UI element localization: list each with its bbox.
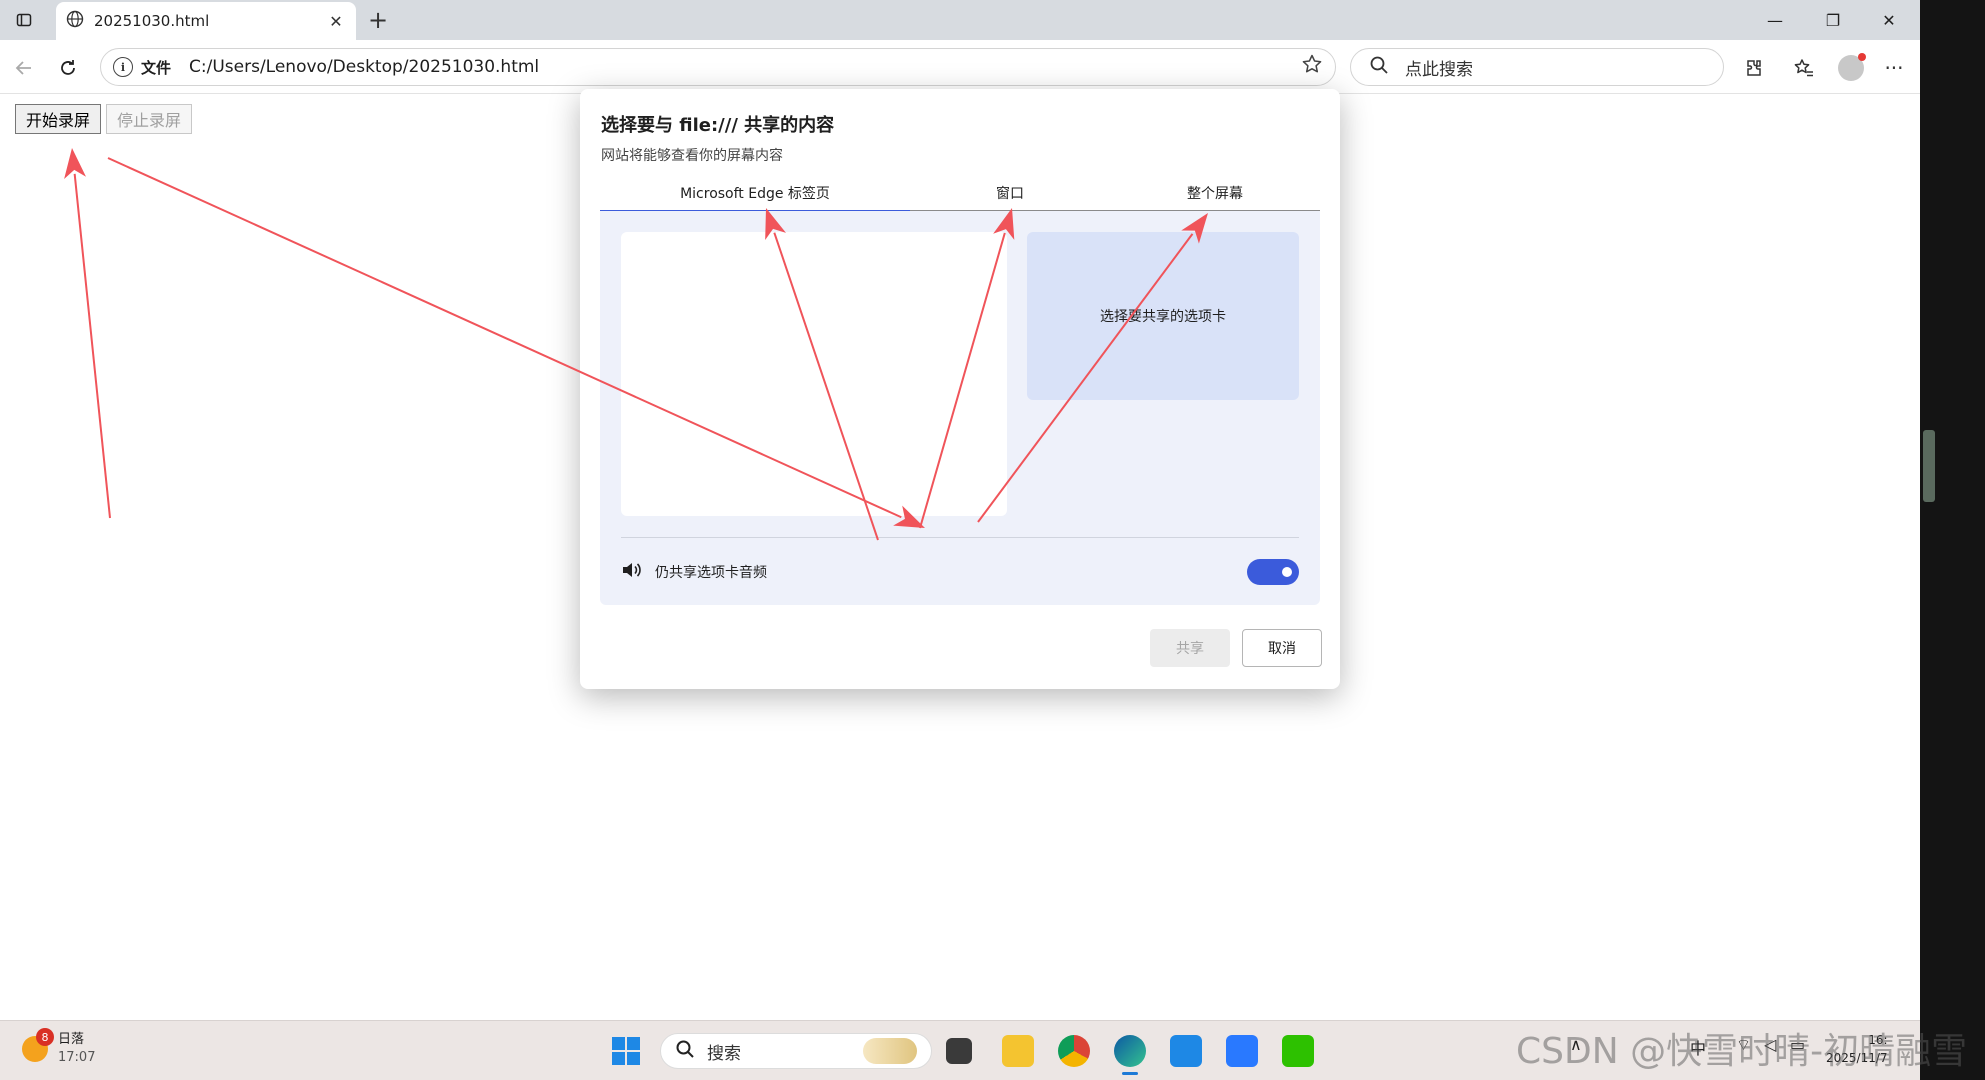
speaker-icon (621, 560, 647, 585)
watermark: CSDN @快雪时晴-初晴融雪 (1516, 1031, 1968, 1072)
new-tab-button[interactable]: + (364, 6, 392, 34)
browser-tab-strip: 20251030.html ✕ + — ❐ ✕ (0, 0, 1920, 40)
share-source-tabs: Microsoft Edge 标签页 窗口 整个屏幕 (600, 175, 1320, 213)
weather-label: 日落 (58, 1032, 85, 1047)
search-highlight-icon (863, 1038, 917, 1064)
taskbar-search-icon (675, 1039, 695, 1063)
favorites-icon[interactable] (1788, 52, 1820, 84)
feishu-icon[interactable] (1226, 1035, 1258, 1067)
browser-toolbar: i 文件 C:/Users/Lenovo/Desktop/20251030.ht… (0, 40, 1920, 94)
address-url[interactable]: C:/Users/Lenovo/Desktop/20251030.html (189, 57, 1301, 77)
globe-icon (66, 10, 84, 32)
edge-icon[interactable] (1114, 1035, 1146, 1075)
back-arrow-icon[interactable] (8, 52, 40, 84)
cancel-button[interactable]: 取消 (1242, 629, 1322, 667)
weather-widget[interactable]: 8 日落 17:07 (22, 1028, 96, 1067)
extensions-icon[interactable] (1738, 52, 1770, 84)
dialog-title: 选择要与 file:/// 共享的内容 (601, 115, 835, 136)
vscode-icon[interactable] (1170, 1035, 1202, 1067)
stop-recording-button[interactable]: 停止录屏 (106, 104, 192, 134)
share-audio-toggle[interactable] (1247, 559, 1299, 585)
tab-preview: 选择要共享的选项卡 (1027, 232, 1299, 400)
share-audio-row: 仍共享选项卡音频 (621, 557, 1299, 587)
weather-badge: 8 (36, 1028, 54, 1046)
dialog-subtitle: 网站将能够查看你的屏幕内容 (601, 148, 783, 164)
reload-icon[interactable] (52, 52, 84, 84)
tab-title: 20251030.html (94, 12, 210, 30)
search-icon (1369, 55, 1389, 79)
panel-divider (621, 537, 1299, 538)
share-audio-label: 仍共享选项卡音频 (655, 565, 767, 581)
weather-sun-icon: 8 (22, 1028, 54, 1062)
tab-close-icon[interactable]: ✕ (326, 12, 346, 31)
weather-time: 17:07 (58, 1050, 96, 1065)
share-button[interactable]: 共享 (1150, 629, 1230, 667)
tab-entire-screen[interactable]: 整个屏幕 (1110, 175, 1320, 211)
address-bar[interactable]: i 文件 C:/Users/Lenovo/Desktop/20251030.ht… (100, 48, 1336, 86)
windows-start-icon[interactable] (612, 1037, 640, 1065)
site-info-icon[interactable]: i (113, 57, 133, 77)
tab-edge-tabs[interactable]: Microsoft Edge 标签页 (600, 175, 910, 213)
search-box[interactable]: 点此搜索 (1350, 48, 1724, 86)
address-scheme-label: 文件 (141, 58, 172, 77)
taskbar-search-placeholder: 搜索 (707, 1043, 741, 1064)
restore-icon[interactable]: ❐ (1810, 4, 1856, 36)
wechat-icon[interactable] (1282, 1035, 1314, 1067)
tab-actions-icon[interactable] (8, 8, 40, 32)
favorite-star-icon[interactable] (1301, 53, 1323, 81)
tab-window[interactable]: 窗口 (910, 175, 1110, 211)
screen-share-dialog: 选择要与 file:/// 共享的内容 网站将能够查看你的屏幕内容 Micros… (580, 89, 1340, 689)
window-close-icon[interactable]: ✕ (1866, 4, 1912, 36)
desktop-edge (1920, 0, 1985, 1080)
minimize-icon[interactable]: — (1752, 4, 1798, 36)
start-recording-button[interactable]: 开始录屏 (15, 104, 101, 134)
tab-list[interactable] (621, 232, 1007, 516)
arrow-to-start-button-shaft (73, 173, 111, 519)
preview-text: 选择要共享的选项卡 (1100, 309, 1226, 325)
search-placeholder: 点此搜索 (1405, 59, 1473, 80)
profile-avatar[interactable] (1838, 53, 1866, 81)
side-panel-handle[interactable] (1923, 430, 1935, 502)
more-menu-icon[interactable]: ··· (1878, 52, 1910, 84)
browser-tab[interactable]: 20251030.html ✕ (56, 2, 356, 40)
file-explorer-icon[interactable] (1002, 1035, 1034, 1067)
taskbar-search[interactable]: 搜索 (660, 1033, 932, 1069)
share-panel: 选择要共享的选项卡 仍共享选项卡音频 (600, 211, 1320, 605)
chrome-icon[interactable] (1058, 1035, 1090, 1067)
arrow-to-start-button-head (64, 148, 87, 179)
task-view-icon[interactable] (946, 1038, 972, 1064)
